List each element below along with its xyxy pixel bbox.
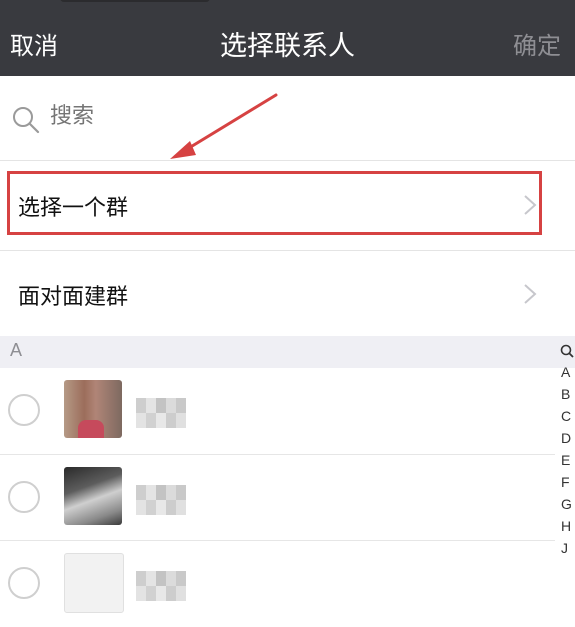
index-letter-b[interactable]: B bbox=[561, 386, 570, 402]
index-letter-a[interactable]: A bbox=[561, 364, 570, 380]
highlight-box bbox=[7, 171, 542, 235]
avatar bbox=[64, 467, 122, 525]
page-title: 选择联系人 bbox=[220, 31, 355, 61]
status-bar-fragment bbox=[60, 0, 210, 2]
select-radio[interactable] bbox=[8, 567, 40, 599]
section-letter: A bbox=[10, 340, 23, 360]
avatar bbox=[64, 553, 124, 613]
blurred-contact-name bbox=[136, 485, 186, 515]
index-letter-g[interactable]: G bbox=[561, 496, 572, 512]
select-radio[interactable] bbox=[8, 394, 40, 426]
index-letter-f[interactable]: F bbox=[561, 474, 570, 490]
index-letter-j[interactable]: J bbox=[561, 540, 568, 556]
blurred-contact-name bbox=[136, 398, 186, 428]
face-to-face-group-row[interactable]: 面对面建群 bbox=[0, 250, 575, 337]
index-letter-d[interactable]: D bbox=[561, 430, 571, 446]
index-letter-e[interactable]: E bbox=[561, 452, 570, 468]
contact-row[interactable] bbox=[0, 368, 555, 454]
contact-row[interactable] bbox=[0, 454, 555, 541]
navigation-bar: 取消 选择联系人 确定 bbox=[0, 0, 575, 76]
contact-row[interactable] bbox=[0, 540, 555, 627]
select-radio[interactable] bbox=[8, 481, 40, 513]
index-letter-c[interactable]: C bbox=[561, 408, 571, 424]
avatar bbox=[64, 380, 122, 438]
blurred-contact-name bbox=[136, 571, 186, 601]
face-to-face-label: 面对面建群 bbox=[18, 284, 129, 309]
index-search-icon[interactable] bbox=[560, 344, 574, 358]
section-header: A bbox=[0, 336, 575, 368]
confirm-button[interactable]: 确定 bbox=[513, 26, 561, 61]
chevron-right-icon bbox=[524, 284, 537, 304]
search-icon bbox=[13, 107, 40, 134]
index-letter-h[interactable]: H bbox=[561, 518, 571, 534]
